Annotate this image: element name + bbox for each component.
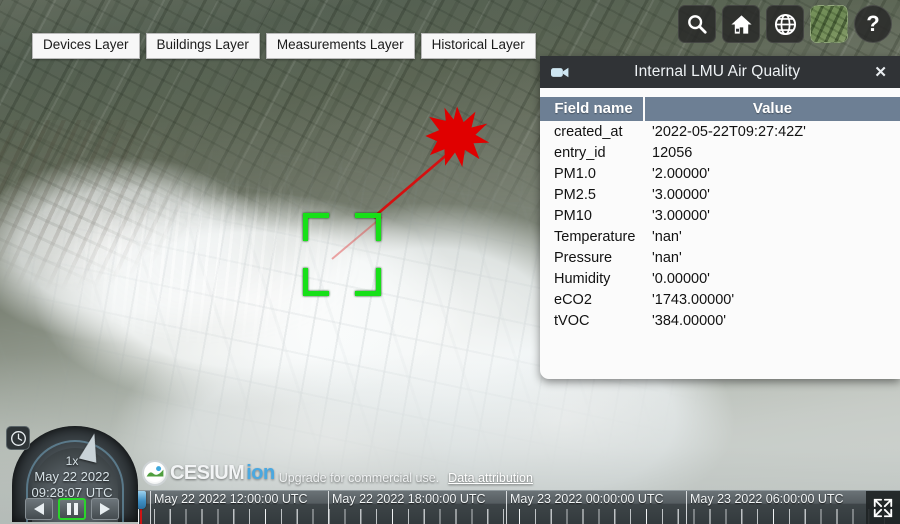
timeline-tick-label: May 22 2022 18:00:00 UTC [332, 492, 486, 506]
animation-readout: 1x May 22 2022 09:28:07 UTC [6, 454, 138, 500]
timeline-major-line [686, 491, 687, 524]
clock-icon [10, 430, 27, 447]
table-row: eCO2 '1743.00000' [540, 289, 900, 310]
field-value-table: Field name Value created_at '2022-05-22T… [540, 97, 900, 331]
photogrammetry-mesh-spires [60, 170, 480, 370]
pause-button[interactable] [58, 498, 86, 520]
pause-icon [67, 503, 78, 515]
table-row: PM1.0 '2.00000' [540, 163, 900, 184]
timeline-major-line [328, 491, 329, 524]
table-row: tVOC '384.00000' [540, 310, 900, 331]
step-backward-icon [34, 503, 44, 515]
info-panel: Internal LMU Air Quality ✕ Field name Va… [540, 56, 900, 379]
search-button[interactable] [678, 5, 716, 43]
cesium-viewer: Devices Layer Buildings Layer Measuremen… [0, 0, 900, 524]
play-forward-button[interactable] [91, 498, 119, 520]
table-row: Pressure 'nan' [540, 247, 900, 268]
viewer-toolbar: ? [678, 5, 892, 43]
field-value-cell: '2.00000' [644, 163, 900, 184]
timeline-major-ticks [138, 509, 900, 524]
field-value-cell: '2022-05-22T09:27:42Z' [644, 121, 900, 142]
field-name-cell: created_at [540, 121, 644, 142]
layer-button-buildings[interactable]: Buildings Layer [146, 33, 260, 59]
info-panel-title: Internal LMU Air Quality [570, 63, 870, 81]
animation-speed-label: 1x [6, 454, 138, 468]
camera-icon[interactable] [551, 66, 570, 79]
layer-toggle-bar: Devices Layer Buildings Layer Measuremen… [32, 33, 536, 59]
close-icon[interactable]: ✕ [870, 63, 891, 81]
home-button[interactable] [722, 5, 760, 43]
field-name-cell: PM2.5 [540, 184, 644, 205]
timeline-major-line [150, 491, 151, 524]
timeline-tick-label: May 23 2022 00:00:00 UTC [510, 492, 664, 506]
field-name-cell: Temperature [540, 226, 644, 247]
timeline-tick-label: May 23 2022 06:00:00 UTC [690, 492, 844, 506]
table-row: Temperature 'nan' [540, 226, 900, 247]
info-panel-body: Field name Value created_at '2022-05-22T… [540, 88, 900, 331]
layer-button-measurements[interactable]: Measurements Layer [266, 33, 415, 59]
table-row: entry_id 12056 [540, 142, 900, 163]
field-value-cell: '0.00000' [644, 268, 900, 289]
timeline-labels: May 22 2022 12:00:00 UTC May 22 2022 18:… [138, 491, 900, 509]
home-icon [730, 13, 753, 36]
field-name-cell: entry_id [540, 142, 644, 163]
fullscreen-expand-icon [872, 497, 894, 519]
field-value-cell: '3.00000' [644, 184, 900, 205]
clock-button[interactable] [6, 426, 30, 450]
timeline-widget[interactable]: May 22 2022 12:00:00 UTC May 22 2022 18:… [138, 490, 900, 524]
table-row: PM10 '3.00000' [540, 205, 900, 226]
info-panel-header: Internal LMU Air Quality ✕ [540, 56, 900, 88]
field-value-cell: '3.00000' [644, 205, 900, 226]
table-body: created_at '2022-05-22T09:27:42Z' entry_… [540, 121, 900, 331]
table-row: PM2.5 '3.00000' [540, 184, 900, 205]
field-name-cell: Pressure [540, 247, 644, 268]
field-value-cell: '1743.00000' [644, 289, 900, 310]
field-value-cell: 'nan' [644, 226, 900, 247]
search-icon [686, 13, 708, 35]
timeline-tick-label: May 22 2022 12:00:00 UTC [154, 492, 308, 506]
base-layer-picker-button[interactable] [810, 5, 848, 43]
field-name-cell: eCO2 [540, 289, 644, 310]
layer-button-historical[interactable]: Historical Layer [421, 33, 536, 59]
timeline-major-line [506, 491, 507, 524]
field-value-cell: '384.00000' [644, 310, 900, 331]
play-icon [100, 503, 110, 515]
animation-controls [6, 498, 138, 520]
animation-date-label: May 22 2022 [6, 469, 138, 484]
table-header-row: Field name Value [540, 97, 900, 121]
animation-widget: 1x May 22 2022 09:28:07 UTC [6, 426, 138, 522]
layer-button-devices[interactable]: Devices Layer [32, 33, 140, 59]
field-value-cell: 'nan' [644, 247, 900, 268]
field-value-cell: 12056 [644, 142, 900, 163]
column-header-value: Value [644, 97, 900, 121]
field-name-cell: PM10 [540, 205, 644, 226]
timeline-scrubber-handle[interactable] [138, 491, 146, 509]
field-name-cell: PM1.0 [540, 163, 644, 184]
field-name-cell: tVOC [540, 310, 644, 331]
table-row: Humidity '0.00000' [540, 268, 900, 289]
device-star-marker[interactable] [424, 105, 490, 171]
column-header-field-name: Field name [540, 97, 644, 121]
data-attribution-link[interactable]: Data attribution [448, 471, 533, 485]
step-backward-button[interactable] [25, 498, 53, 520]
fullscreen-button[interactable] [866, 491, 900, 524]
globe-icon [774, 13, 797, 36]
projection-button[interactable] [766, 5, 804, 43]
help-button[interactable]: ? [854, 5, 892, 43]
field-name-cell: Humidity [540, 268, 644, 289]
table-row: created_at '2022-05-22T09:27:42Z' [540, 121, 900, 142]
